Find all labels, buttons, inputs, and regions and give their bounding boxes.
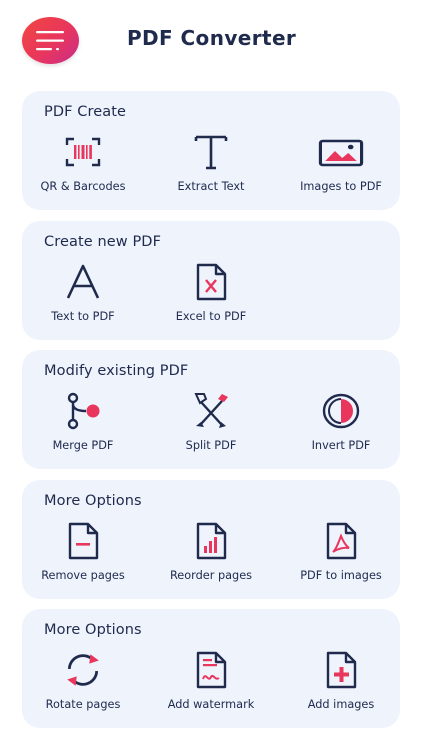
add-watermark-button[interactable]: Add watermark [147, 645, 275, 721]
split-icon [192, 392, 230, 430]
tool-label: Add images [307, 698, 375, 711]
tool-label: Text to PDF [51, 310, 115, 323]
section-more-options-2: More Options Rotate pages Add watermark [22, 609, 400, 728]
add-image-icon [322, 651, 360, 689]
section-title: PDF Create [44, 104, 127, 120]
section-create-new-pdf: Create new PDF Text to PDF Excel to PDF [22, 221, 400, 340]
invert-icon [322, 392, 360, 430]
menu-button[interactable] [22, 17, 79, 64]
text-to-pdf-button[interactable]: Text to PDF [19, 257, 147, 333]
letter-a-icon [64, 263, 102, 301]
rotate-pages-button[interactable]: Rotate pages [19, 645, 147, 721]
section-modify-existing-pdf: Modify existing PDF Merge PDF Split PDF [22, 350, 400, 469]
remove-page-icon [64, 522, 102, 560]
rotate-icon [64, 651, 102, 689]
add-images-button[interactable]: Add images [277, 645, 405, 721]
tool-label: Images to PDF [300, 180, 382, 193]
pdf-file-icon [322, 522, 360, 560]
section-pdf-create: PDF Create QR & Barcodes Extract Text Im… [22, 91, 400, 210]
app-header: PDF Converter [0, 0, 422, 82]
section-title: Modify existing PDF [44, 363, 189, 379]
tool-label: Reorder pages [169, 569, 253, 582]
tool-label: QR & Barcodes [40, 180, 126, 193]
tool-label: Excel to PDF [175, 310, 247, 323]
remove-pages-button[interactable]: Remove pages [19, 516, 147, 592]
pdf-to-images-button[interactable]: PDF to images [277, 516, 405, 592]
split-pdf-button[interactable]: Split PDF [147, 386, 275, 462]
tool-label: PDF to images [300, 569, 382, 582]
tool-label: Extract Text [177, 180, 245, 193]
app-title: PDF Converter [127, 26, 297, 50]
section-title: More Options [44, 493, 142, 509]
qr-barcodes-button[interactable]: QR & Barcodes [19, 127, 147, 203]
images-to-pdf-button[interactable]: Images to PDF [277, 127, 405, 203]
menu-icon [36, 31, 64, 51]
section-title: More Options [44, 622, 142, 638]
tool-label: Rotate pages [45, 698, 121, 711]
tool-label: Split PDF [185, 439, 237, 452]
section-title: Create new PDF [44, 234, 162, 250]
image-icon [318, 133, 364, 171]
reorder-pages-button[interactable]: Reorder pages [147, 516, 275, 592]
tool-label: Remove pages [41, 569, 125, 582]
excel-file-icon [192, 263, 230, 301]
tool-label: Invert PDF [311, 439, 371, 452]
section-more-options-1: More Options Remove pages Reorder pages [22, 480, 400, 599]
watermark-icon [192, 651, 230, 689]
tool-label: Add watermark [167, 698, 255, 711]
excel-to-pdf-button[interactable]: Excel to PDF [147, 257, 275, 333]
extract-text-button[interactable]: Extract Text [147, 127, 275, 203]
reorder-pages-icon [192, 522, 230, 560]
merge-icon [64, 392, 102, 430]
invert-pdf-button[interactable]: Invert PDF [277, 386, 405, 462]
merge-pdf-button[interactable]: Merge PDF [19, 386, 147, 462]
tool-label: Merge PDF [52, 439, 114, 452]
text-t-icon [192, 133, 230, 171]
barcode-icon [64, 133, 102, 171]
